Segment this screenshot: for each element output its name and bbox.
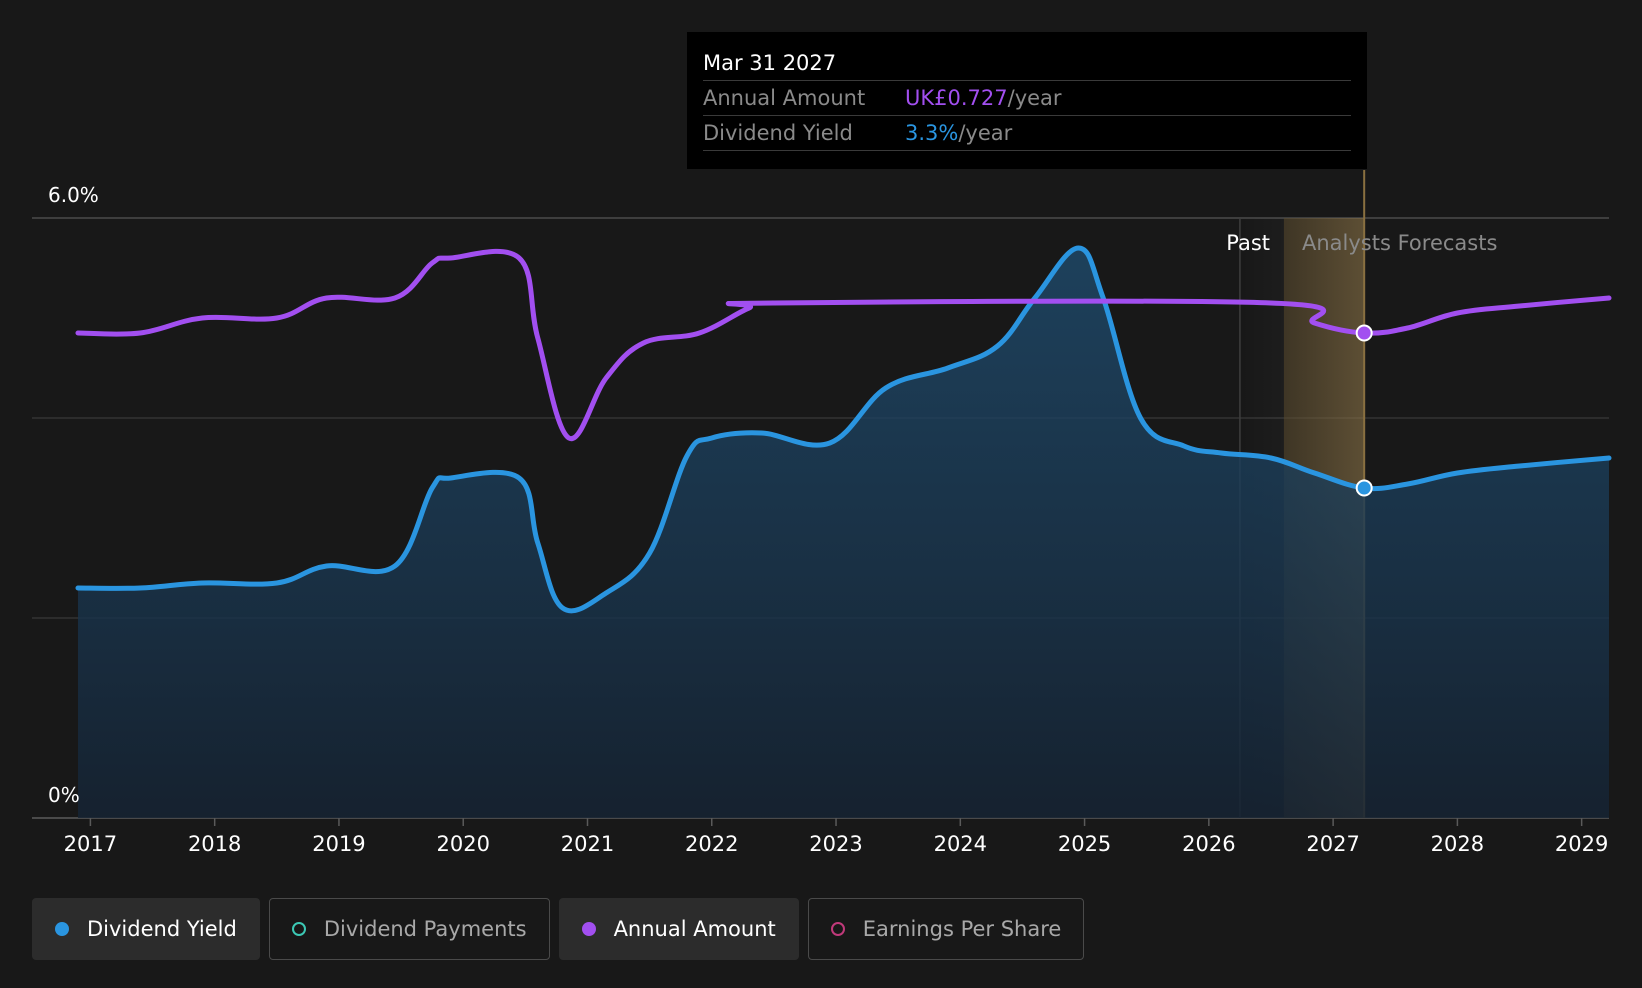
x-tick-label: 2017 [64,832,117,856]
x-tick-label: 2025 [1058,832,1111,856]
legend-earnings-per-share[interactable]: Earnings Per Share [807,898,1085,960]
tooltip-label: Dividend Yield [703,121,853,145]
legend-label: Annual Amount [613,917,776,941]
tooltip-row-dividend-yield: Dividend Yield 3.3% /year [703,116,1351,151]
forecast-label: Analysts Forecasts [1302,231,1497,255]
x-tick-label: 2024 [934,832,987,856]
legend-dividend-yield[interactable]: Dividend Yield [32,898,260,960]
x-tick-label: 2028 [1431,832,1484,856]
x-tick-label: 2021 [561,832,614,856]
x-tick-label: 2027 [1306,832,1359,856]
y-tick-label-top: 6.0% [48,183,99,207]
tooltip-unit: /year [1007,86,1062,110]
dividend-payments-circle-icon [291,922,306,936]
annual-amount-line [75,248,1612,442]
annual-amount-marker [1355,324,1373,342]
legend-annual-amount[interactable]: Annual Amount [558,898,799,960]
x-tick-label: 2019 [312,832,365,856]
legend-label: Dividend Payments [323,917,527,941]
series-lines [75,245,1612,818]
y-tick-label-bottom: 0% [48,783,80,807]
x-tick-label: 2029 [1555,832,1608,856]
x-tick-label: 2022 [685,832,738,856]
tooltip-unit: /year [958,121,1013,145]
x-axis-ticks: 2017 2018 2019 2020 2021 2022 2023 2024 2025 2026… [64,818,1608,856]
tooltip-value: 3.3% [905,121,959,145]
dividend-yield-marker [1355,479,1373,497]
tooltip-label: Annual Amount [703,86,866,110]
tooltip-row-annual-amount: Annual Amount UK£0.727 /year [703,81,1351,116]
dividend-yield-dot-icon [55,922,69,936]
x-tick-label: 2018 [188,832,241,856]
chart-legend: Dividend Yield Dividend Payments Annual … [32,898,1085,960]
tooltip-value: UK£0.727 [905,86,1008,110]
earnings-per-share-circle-icon [830,922,845,936]
hover-tooltip: Mar 31 2027 Annual Amount UK£0.727 /year… [687,32,1367,169]
x-tick-label: 2026 [1182,832,1235,856]
tooltip-date: Mar 31 2027 [703,46,1351,81]
past-label: Past [1226,231,1270,255]
x-tick-label: 2023 [809,832,862,856]
legend-label: Earnings Per Share [862,917,1062,941]
annual-amount-dot-icon [581,922,596,936]
legend-dividend-payments[interactable]: Dividend Payments [268,898,550,960]
legend-label: Dividend Yield [87,917,237,941]
x-tick-label: 2020 [436,832,489,856]
